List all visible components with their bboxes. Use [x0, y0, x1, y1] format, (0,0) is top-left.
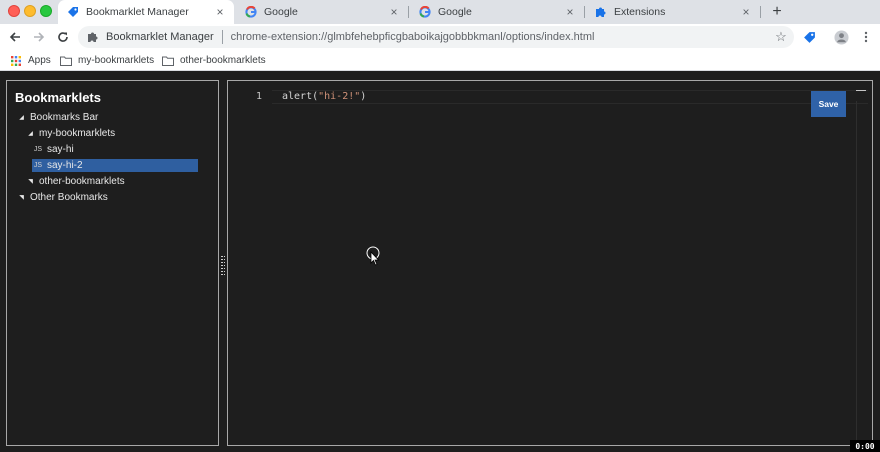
js-file-icon: JS — [33, 162, 42, 169]
tree-item-say-hi-2[interactable]: JS say-hi-2 — [32, 159, 198, 172]
tree-item-label: other-bookmarklets — [39, 176, 125, 187]
omnibox-divider — [221, 30, 223, 44]
minimize-window-button[interactable] — [24, 5, 36, 17]
line-number: 1 — [256, 91, 263, 102]
puzzle-piece-icon — [86, 30, 100, 44]
tab-label: Bookmarklet Manager — [86, 6, 189, 18]
tree-item-bookmarks-bar[interactable]: ◢ Bookmarks Bar — [17, 111, 98, 124]
zoom-window-button[interactable] — [40, 5, 52, 17]
google-g-icon — [418, 5, 432, 19]
minimap-indicator — [856, 90, 866, 91]
code-token: alert( — [282, 91, 319, 102]
back-arrow-icon[interactable] — [7, 29, 23, 45]
options-page: Bookmarklets ◢ Bookmarks Bar ◢ my-bookma… — [0, 72, 880, 452]
tree-item-label: my-bookmarklets — [39, 128, 116, 139]
code-editor[interactable]: 1 alert("hi-2!") Save — [227, 80, 873, 446]
google-g-icon — [244, 5, 258, 19]
bookmark-tag-icon — [66, 5, 80, 19]
tab-google-1[interactable]: Google × — [236, 0, 408, 24]
recording-timer: 0:00 — [850, 440, 880, 452]
editor-scrollbar[interactable] — [856, 101, 857, 441]
tab-label: Google — [438, 6, 472, 18]
tab-label: Google — [264, 6, 298, 18]
tree-item-my-bookmarklets[interactable]: ◢ my-bookmarklets — [26, 127, 115, 140]
code-line[interactable]: alert("hi-2!") — [282, 91, 366, 102]
js-file-icon: JS — [33, 146, 42, 153]
bookmark-label: other-bookmarklets — [180, 55, 266, 66]
bookmark-folder-my-bookmarklets[interactable]: my-bookmarklets — [60, 53, 154, 68]
close-icon[interactable]: × — [740, 6, 752, 18]
puzzle-piece-icon — [594, 5, 608, 19]
bookmark-label: Apps — [28, 55, 51, 66]
tree-item-label: Bookmarks Bar — [30, 112, 99, 123]
tree-item-say-hi[interactable]: JS say-hi — [32, 143, 198, 156]
tree-item-other-bookmarklets[interactable]: ◥ other-bookmarklets — [26, 175, 125, 188]
code-string-token: "hi-2!" — [318, 91, 361, 102]
folder-icon — [60, 55, 72, 67]
code-token: ) — [360, 91, 367, 102]
tab-extensions[interactable]: Extensions × — [586, 0, 760, 24]
close-icon[interactable]: × — [214, 6, 226, 18]
tab-separator — [584, 6, 585, 18]
tab-strip: Bookmarklet Manager × Google × Google × … — [0, 0, 880, 24]
tree-item-label: say-hi — [47, 144, 74, 155]
address-bar[interactable]: Bookmarklet Manager chrome-extension://g… — [78, 26, 794, 48]
tab-google-2[interactable]: Google × — [410, 0, 584, 24]
bookmarklet-extension-icon[interactable] — [801, 29, 817, 45]
bookmarks-bar: Apps my-bookmarklets other-bookmarklets — [0, 50, 880, 71]
forward-arrow-icon[interactable] — [31, 29, 47, 45]
expanded-triangle-icon[interactable]: ◢ — [17, 114, 26, 121]
new-tab-button[interactable]: + — [768, 3, 786, 21]
mouse-pointer-icon — [366, 246, 382, 266]
sidebar-title: Bookmarklets — [15, 90, 101, 105]
browser-toolbar: Bookmarklet Manager chrome-extension://g… — [0, 24, 880, 50]
reload-icon[interactable] — [55, 29, 71, 45]
panel-resize-handle[interactable] — [221, 256, 225, 278]
save-button[interactable]: Save — [811, 91, 846, 117]
tab-separator — [760, 6, 761, 18]
tab-separator — [408, 6, 409, 18]
site-name: Bookmarklet Manager — [106, 31, 214, 43]
tab-bookmarklet-manager[interactable]: Bookmarklet Manager × — [58, 0, 234, 24]
tree-item-label: say-hi-2 — [47, 160, 83, 171]
tree-item-label: Other Bookmarks — [30, 192, 108, 203]
bookmark-star-icon[interactable]: ☆ — [774, 30, 788, 44]
bookmark-label: my-bookmarklets — [78, 55, 155, 66]
tree-item-other-bookmarks[interactable]: ◥ Other Bookmarks — [17, 191, 108, 204]
apps-grid-icon — [10, 55, 22, 67]
bookmark-apps[interactable]: Apps — [10, 53, 51, 68]
folder-icon — [162, 55, 174, 67]
close-window-button[interactable] — [8, 5, 20, 17]
more-menu-icon[interactable] — [858, 29, 874, 45]
profile-avatar-icon[interactable] — [833, 29, 849, 45]
close-icon[interactable]: × — [564, 6, 576, 18]
collapsed-triangle-icon[interactable]: ◥ — [17, 194, 26, 201]
bookmark-folder-other-bookmarklets[interactable]: other-bookmarklets — [162, 53, 266, 68]
bookmarklet-tree-panel: Bookmarklets ◢ Bookmarks Bar ◢ my-bookma… — [6, 80, 219, 446]
expanded-triangle-icon[interactable]: ◢ — [26, 130, 35, 137]
url-text[interactable]: chrome-extension://glmbfehebpficgbaboika… — [231, 31, 774, 43]
tab-label: Extensions — [614, 6, 666, 18]
collapsed-triangle-icon[interactable]: ◥ — [26, 178, 35, 185]
close-icon[interactable]: × — [388, 6, 400, 18]
